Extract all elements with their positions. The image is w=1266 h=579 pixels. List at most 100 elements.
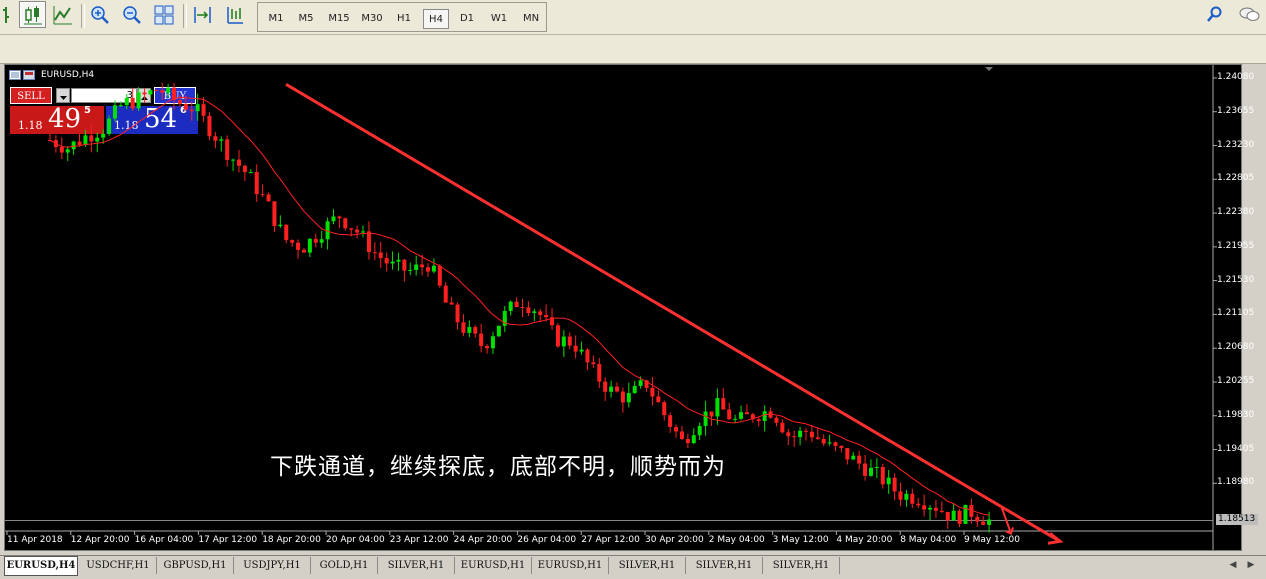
tab-eurusd-h1-2[interactable]: EURUSD,H1 — [532, 557, 609, 574]
bear-candle — [916, 503, 921, 506]
bull-candle — [148, 90, 153, 95]
line-chart-icon[interactable] — [49, 1, 76, 28]
zoom-in-icon[interactable] — [86, 1, 113, 28]
tab-gbpusd-h1[interactable]: GBPUSD,H1 — [157, 557, 234, 574]
bull-candle — [431, 265, 436, 272]
bear-candle — [555, 325, 560, 347]
timeframe-m1[interactable]: M1 — [263, 9, 289, 29]
timeframe-h4[interactable]: H4 — [423, 9, 449, 29]
tab-silver-h1[interactable]: SILVER,H1 — [378, 557, 455, 574]
toolbar-separator — [183, 4, 187, 28]
bull-candle — [697, 425, 702, 436]
bull-candle — [798, 430, 803, 438]
bull-candle — [532, 311, 537, 313]
bear-candle — [337, 216, 342, 219]
timeframe-m30[interactable]: M30 — [357, 9, 387, 29]
time-axis-label: 17 Apr 12:00 — [198, 535, 258, 545]
bear-candle — [378, 252, 383, 259]
bear-candle — [656, 396, 661, 403]
timeframe-d1[interactable]: D1 — [454, 9, 480, 29]
bear-candle — [225, 139, 230, 160]
chart-window[interactable]: EURUSD,H4 SELL 3 BUY 1.18 49 5 1.18 54 6… — [4, 64, 1258, 551]
bear-candle — [615, 386, 619, 392]
tab-eurusd-h4[interactable]: EURUSD,H4 — [4, 556, 78, 576]
bear-candle — [201, 104, 206, 116]
time-axis-label: 24 Apr 20:00 — [453, 535, 513, 545]
timeframe-m15[interactable]: M15 — [324, 9, 354, 29]
zoom-out-icon[interactable] — [118, 1, 145, 28]
tab-silver-h1-2[interactable]: SILVER,H1 — [609, 557, 686, 574]
tab-gold-h1[interactable]: GOLD,H1 — [311, 557, 378, 574]
bull-candle — [762, 411, 767, 421]
timeframe-h1[interactable]: H1 — [391, 9, 417, 29]
bear-candle — [792, 436, 797, 438]
bear-candle — [662, 402, 667, 416]
bull-candle — [278, 224, 283, 227]
bear-candle — [597, 364, 602, 382]
price-axis-label: 1.18980 — [1217, 477, 1255, 488]
bear-candle — [160, 90, 165, 93]
bull-candle — [904, 493, 909, 500]
bear-candle — [473, 327, 478, 334]
tab-usdchf-h1[interactable]: USDCHF,H1 — [80, 557, 157, 574]
bear-candle — [130, 98, 135, 109]
chat-icon[interactable] — [1235, 1, 1262, 28]
time-axis-label: 20 Apr 04:00 — [326, 535, 385, 545]
tab-usdjpy-h1[interactable]: USDJPY,H1 — [234, 557, 311, 574]
bull-candle — [124, 98, 129, 106]
bear-candle — [242, 165, 247, 173]
bear-candle — [815, 437, 820, 439]
bear-candle — [804, 430, 808, 432]
bear-candle — [266, 194, 271, 202]
time-axis-label: 27 Apr 12:00 — [581, 535, 640, 545]
bull-candle — [951, 510, 956, 521]
chart-shift-icon[interactable] — [189, 1, 216, 28]
search-icon[interactable] — [1202, 1, 1229, 28]
bull-candle — [101, 133, 106, 138]
bear-candle — [668, 415, 673, 427]
chart-annotation-text: 下跌通道，继续探底，底部不明，顺势而为 — [270, 454, 726, 480]
price-axis-label: 1.20680 — [1217, 342, 1255, 353]
price-axis-label: 1.21530 — [1217, 274, 1255, 285]
bull-candle — [396, 259, 401, 262]
bear-candle — [591, 362, 596, 365]
bear-candle — [544, 314, 549, 318]
bull-candle — [827, 442, 832, 444]
candlestick-icon[interactable] — [19, 1, 46, 28]
tab-scroll-right-icon[interactable]: ▶ — [1245, 559, 1257, 572]
time-axis-label: 16 Apr 04:00 — [134, 535, 194, 545]
bull-candle — [390, 261, 395, 264]
tile-windows-icon[interactable] — [150, 1, 177, 28]
autoscroll-icon[interactable] — [221, 1, 248, 28]
tab-scroll-left-icon[interactable]: ◀ — [1227, 559, 1239, 572]
bear-candle — [833, 442, 838, 446]
bear-candle — [272, 201, 277, 227]
bear-candle — [142, 92, 147, 95]
timeframe-mn[interactable]: MN — [517, 9, 545, 29]
bear-candle — [573, 345, 578, 352]
bear-candle — [774, 417, 779, 423]
price-axis-label: 1.23655 — [1217, 105, 1255, 116]
tab-eurusd-h1[interactable]: EURUSD,H1 — [455, 557, 532, 574]
bull-candle — [886, 477, 891, 485]
bull-candle — [496, 325, 501, 337]
bull-candle — [987, 519, 992, 525]
time-axis-label: 30 Apr 20:00 — [645, 535, 704, 545]
bar-chart-icon[interactable] — [0, 1, 21, 28]
bull-candle — [231, 159, 236, 161]
bull-candle — [95, 137, 100, 142]
toolbar-separator — [81, 4, 85, 28]
price-axis-label: 1.24080 — [1217, 71, 1255, 82]
timeframe-w1[interactable]: W1 — [486, 9, 512, 29]
timeframe-m5[interactable]: M5 — [293, 9, 319, 29]
bull-candle — [508, 301, 513, 311]
bear-candle — [567, 336, 572, 346]
bear-candle — [154, 90, 159, 92]
tab-silver-h1-3[interactable]: SILVER,H1 — [686, 557, 763, 574]
bear-candle — [237, 159, 241, 166]
tab-silver-h1-4[interactable]: SILVER,H1 — [763, 557, 840, 574]
bear-candle — [514, 301, 519, 307]
bear-candle — [485, 346, 490, 349]
bear-candle — [349, 228, 354, 230]
bear-candle — [756, 419, 761, 421]
